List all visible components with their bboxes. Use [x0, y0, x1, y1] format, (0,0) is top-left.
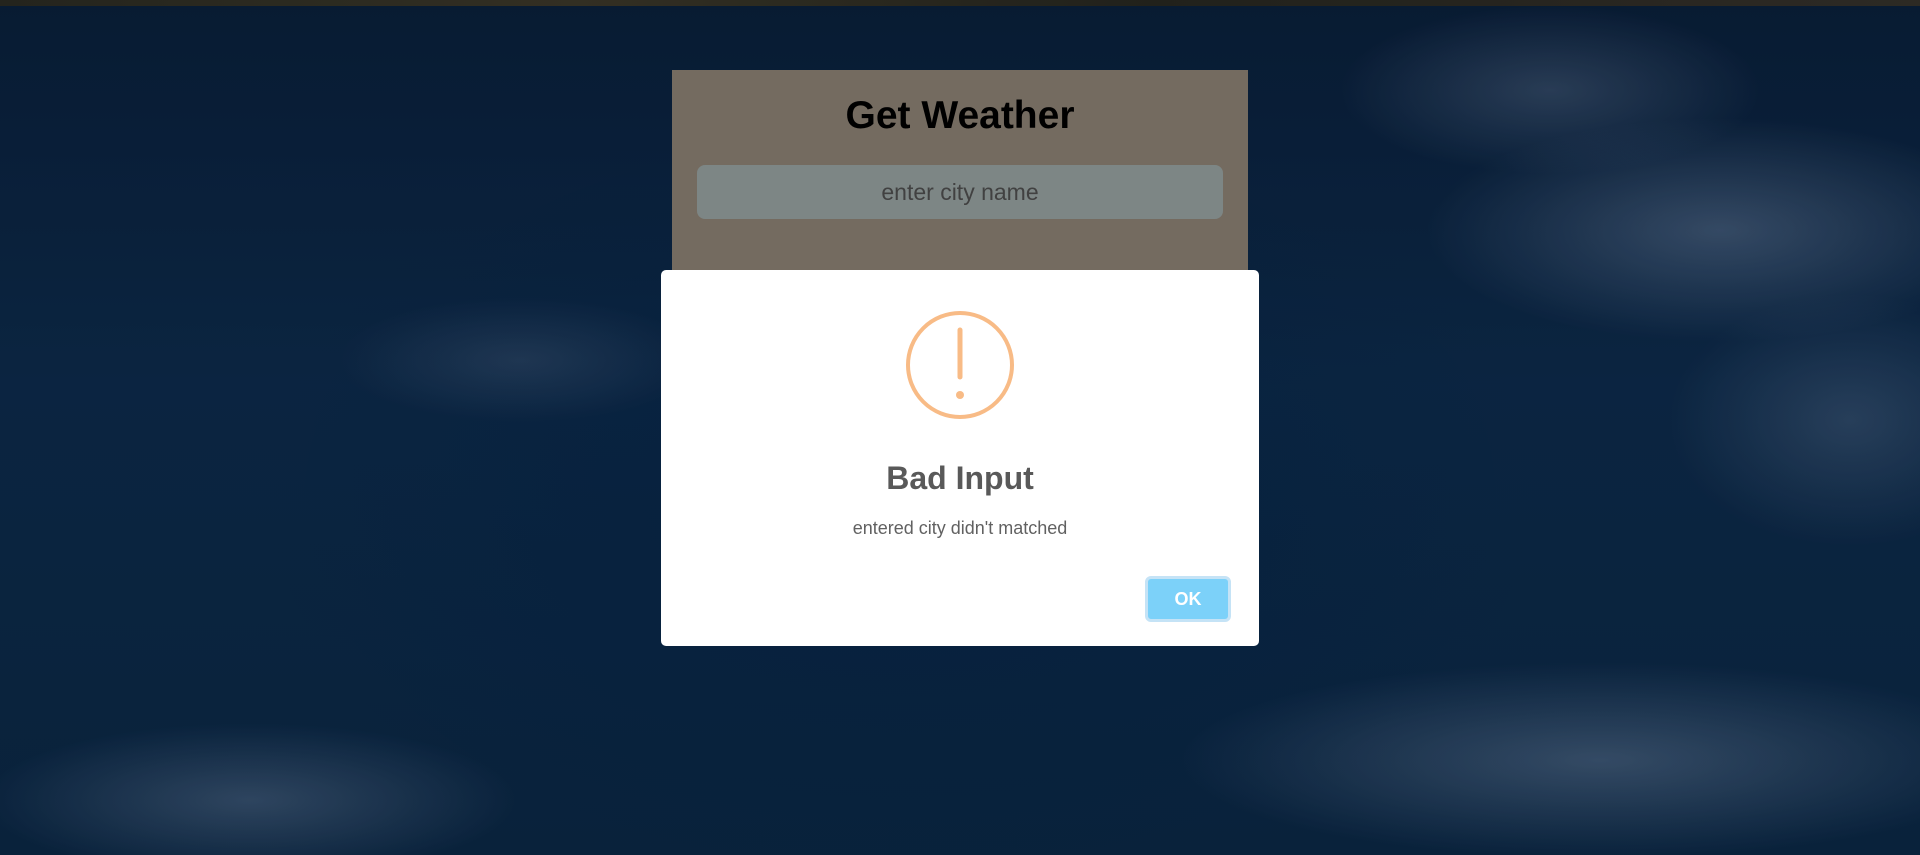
alert-modal: Bad Input entered city didn't matched OK [661, 270, 1259, 646]
warning-icon [906, 311, 1014, 419]
alert-text: entered city didn't matched [852, 518, 1068, 538]
alert-title: Bad Input [886, 460, 1034, 496]
ok-button[interactable]: OK [1145, 576, 1231, 622]
